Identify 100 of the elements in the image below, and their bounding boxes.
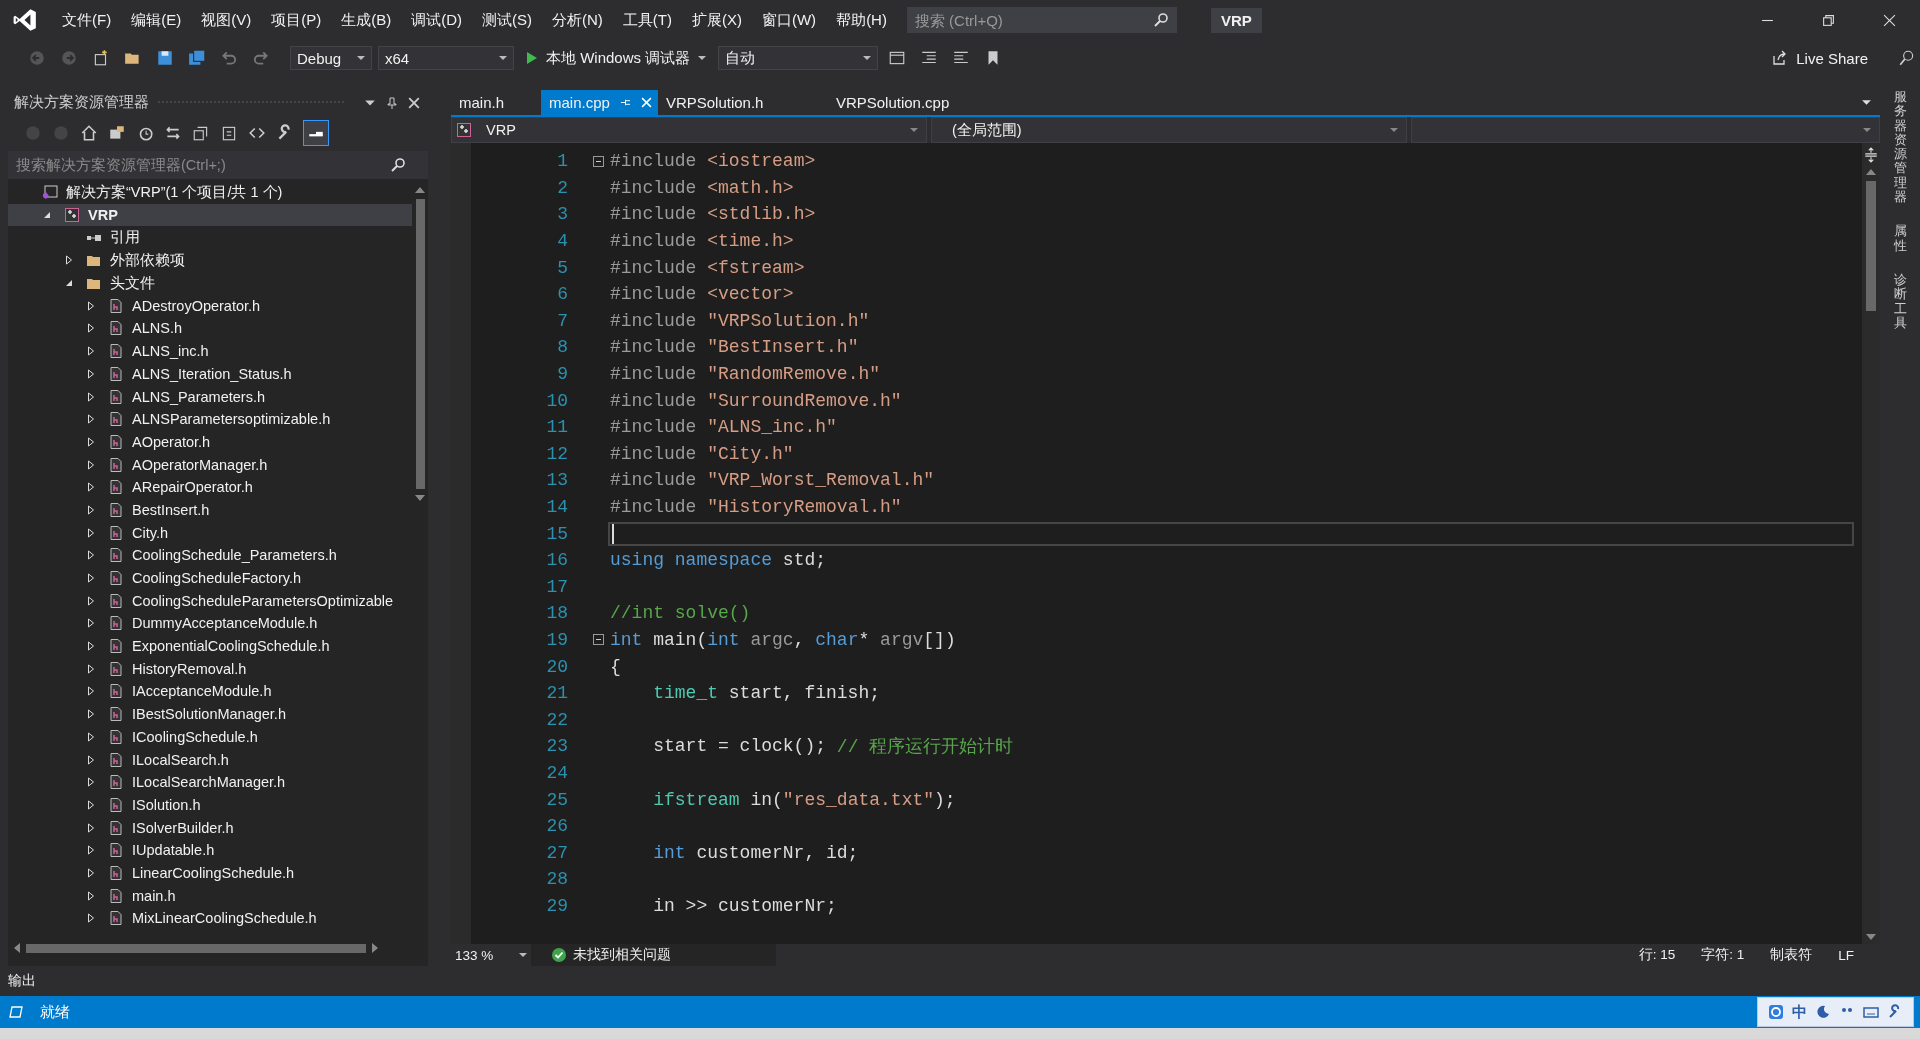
tree-item[interactable]: MixLinearCoolingSchedule.h: [8, 907, 412, 930]
tree-item[interactable]: ADestroyOperator.h: [8, 294, 412, 318]
feedback-icon[interactable]: [1898, 49, 1916, 67]
collapsed-arrow-icon[interactable]: [86, 368, 96, 379]
preview-icon[interactable]: [304, 121, 328, 145]
collapsed-arrow-icon[interactable]: [86, 890, 96, 901]
pin-icon[interactable]: [619, 97, 631, 108]
file-tab[interactable]: main.cpp: [541, 90, 658, 115]
collapsed-arrow-icon[interactable]: [64, 255, 74, 266]
collapsed-arrow-icon[interactable]: [86, 323, 96, 334]
tree-item[interactable]: ALNS.h: [8, 317, 412, 340]
ime-logo-icon[interactable]: [1768, 1004, 1784, 1020]
new-project-icon[interactable]: [92, 49, 110, 67]
keyboard-icon[interactable]: [1863, 1004, 1879, 1020]
tree-item[interactable]: 引用: [8, 226, 412, 250]
tree-item[interactable]: ALNS_Parameters.h: [8, 385, 412, 408]
tree-item[interactable]: ICoolingSchedule.h: [8, 725, 412, 749]
collapsed-arrow-icon[interactable]: [86, 573, 96, 584]
tree-item[interactable]: ALNS_Iteration_Status.h: [8, 362, 412, 386]
undo-icon[interactable]: [220, 49, 238, 67]
collapsed-arrow-icon[interactable]: [86, 777, 96, 788]
collapsed-arrow-icon[interactable]: [86, 822, 96, 833]
collapsed-arrow-icon[interactable]: [86, 595, 96, 606]
save-all-icon[interactable]: [188, 49, 206, 67]
collapsed-arrow-icon[interactable]: [86, 709, 96, 720]
copy-icon[interactable]: [220, 124, 238, 142]
platform-dropdown[interactable]: x64: [378, 46, 514, 70]
tree-item[interactable]: DummyAcceptanceModule.h: [8, 612, 412, 635]
tree-item[interactable]: 解决方案“VRP”(1 个项目/共 1 个): [8, 181, 412, 204]
collapse-icon[interactable]: [593, 634, 604, 646]
menu-item[interactable]: 视图(V): [191, 10, 262, 30]
column-position[interactable]: 字符: 1: [1701, 946, 1745, 964]
collapse-icon[interactable]: [593, 155, 604, 167]
tree-item[interactable]: 头文件: [8, 271, 412, 295]
swap-icon[interactable]: [164, 124, 182, 142]
tree-item[interactable]: LinearCoolingSchedule.h: [8, 861, 412, 885]
scrollbar-thumb[interactable]: [415, 199, 425, 489]
tree-item[interactable]: ALNSParametersoptimizable.h: [8, 407, 412, 431]
file-tab[interactable]: VRPSolution.cpp: [827, 90, 958, 115]
tree-item[interactable]: CoolingScheduleParametersOptimizable: [8, 589, 412, 613]
project-dropdown[interactable]: VRP: [451, 117, 927, 143]
menu-item[interactable]: 扩展(X): [681, 10, 752, 30]
file-tab[interactable]: main.h: [451, 90, 541, 115]
line-position[interactable]: 行: 15: [1638, 946, 1676, 964]
collapsed-arrow-icon[interactable]: [86, 550, 96, 561]
scrollbar-thumb[interactable]: [1866, 181, 1876, 311]
menu-item[interactable]: 生成(B): [331, 10, 402, 30]
menu-item[interactable]: 工具(T): [612, 10, 682, 30]
scrollbar-thumb[interactable]: [26, 943, 366, 953]
close-icon[interactable]: [408, 96, 420, 109]
collapsed-arrow-icon[interactable]: [86, 867, 96, 878]
collapsed-arrow-icon[interactable]: [86, 913, 96, 924]
collapsed-arrow-icon[interactable]: [86, 346, 96, 357]
tree-item[interactable]: ISolverBuilder.h: [8, 816, 412, 839]
collapse-icon[interactable]: [192, 124, 210, 142]
tab-list-icon[interactable]: [1861, 97, 1872, 108]
collapsed-arrow-icon[interactable]: [86, 436, 96, 447]
side-tab[interactable]: 服务器资源管理器: [1893, 90, 1907, 205]
tree-item[interactable]: VRP: [8, 203, 412, 227]
collapsed-arrow-icon[interactable]: [86, 845, 96, 856]
home-icon[interactable]: [80, 124, 98, 142]
collapsed-arrow-icon[interactable]: [86, 618, 96, 629]
scroll-up-icon[interactable]: [415, 187, 425, 193]
tree-item[interactable]: BestInsert.h: [8, 498, 412, 522]
collapsed-arrow-icon[interactable]: [86, 731, 96, 742]
collapsed-arrow-icon[interactable]: [86, 391, 96, 402]
tree-item[interactable]: ISolution.h: [8, 793, 412, 817]
tree-item[interactable]: IUpdatable.h: [8, 838, 412, 862]
menu-item[interactable]: 项目(P): [261, 10, 332, 30]
menu-item[interactable]: 调试(D): [401, 10, 472, 30]
file-tab[interactable]: VRPSolution.h: [657, 90, 828, 115]
tree-item[interactable]: 外部依赖项: [8, 249, 412, 272]
moon-icon[interactable]: [1815, 1004, 1831, 1020]
collapsed-arrow-icon[interactable]: [86, 459, 96, 470]
output-tab[interactable]: 输出: [8, 972, 36, 990]
restore-icon[interactable]: [1822, 13, 1835, 27]
line-ending[interactable]: LF: [1838, 947, 1854, 963]
live-share-button[interactable]: Live Share: [1772, 49, 1868, 67]
expanded-arrow-icon[interactable]: [42, 210, 52, 221]
scroll-up-icon[interactable]: [1866, 169, 1876, 175]
indent-mode[interactable]: 制表符: [1770, 946, 1813, 964]
expanded-arrow-icon[interactable]: [64, 278, 74, 289]
menu-item[interactable]: 文件(F): [52, 10, 122, 30]
close-icon[interactable]: [1883, 13, 1896, 27]
collapsed-arrow-icon[interactable]: [86, 799, 96, 810]
collapsed-arrow-icon[interactable]: [86, 300, 96, 311]
scroll-down-icon[interactable]: [1866, 934, 1876, 940]
tree-item[interactable]: CoolingSchedule_Parameters.h: [8, 544, 412, 567]
collapsed-arrow-icon[interactable]: [86, 527, 96, 538]
run-button[interactable]: 本地 Windows 调试器: [520, 46, 713, 70]
pin-icon[interactable]: [386, 96, 398, 109]
collapsed-arrow-icon[interactable]: [86, 414, 96, 425]
menu-item[interactable]: 帮助(H): [826, 10, 897, 30]
menu-item[interactable]: 窗口(W): [751, 10, 827, 30]
tree-item[interactable]: ALNS_inc.h: [8, 339, 412, 363]
scroll-left-icon[interactable]: [14, 943, 20, 953]
configuration-dropdown[interactable]: Debug: [290, 46, 372, 70]
tree-item[interactable]: AOperator.h: [8, 430, 412, 454]
search-field[interactable]: 搜索解决方案资源管理器(Ctrl+;): [8, 151, 428, 179]
collapsed-arrow-icon[interactable]: [86, 504, 96, 515]
